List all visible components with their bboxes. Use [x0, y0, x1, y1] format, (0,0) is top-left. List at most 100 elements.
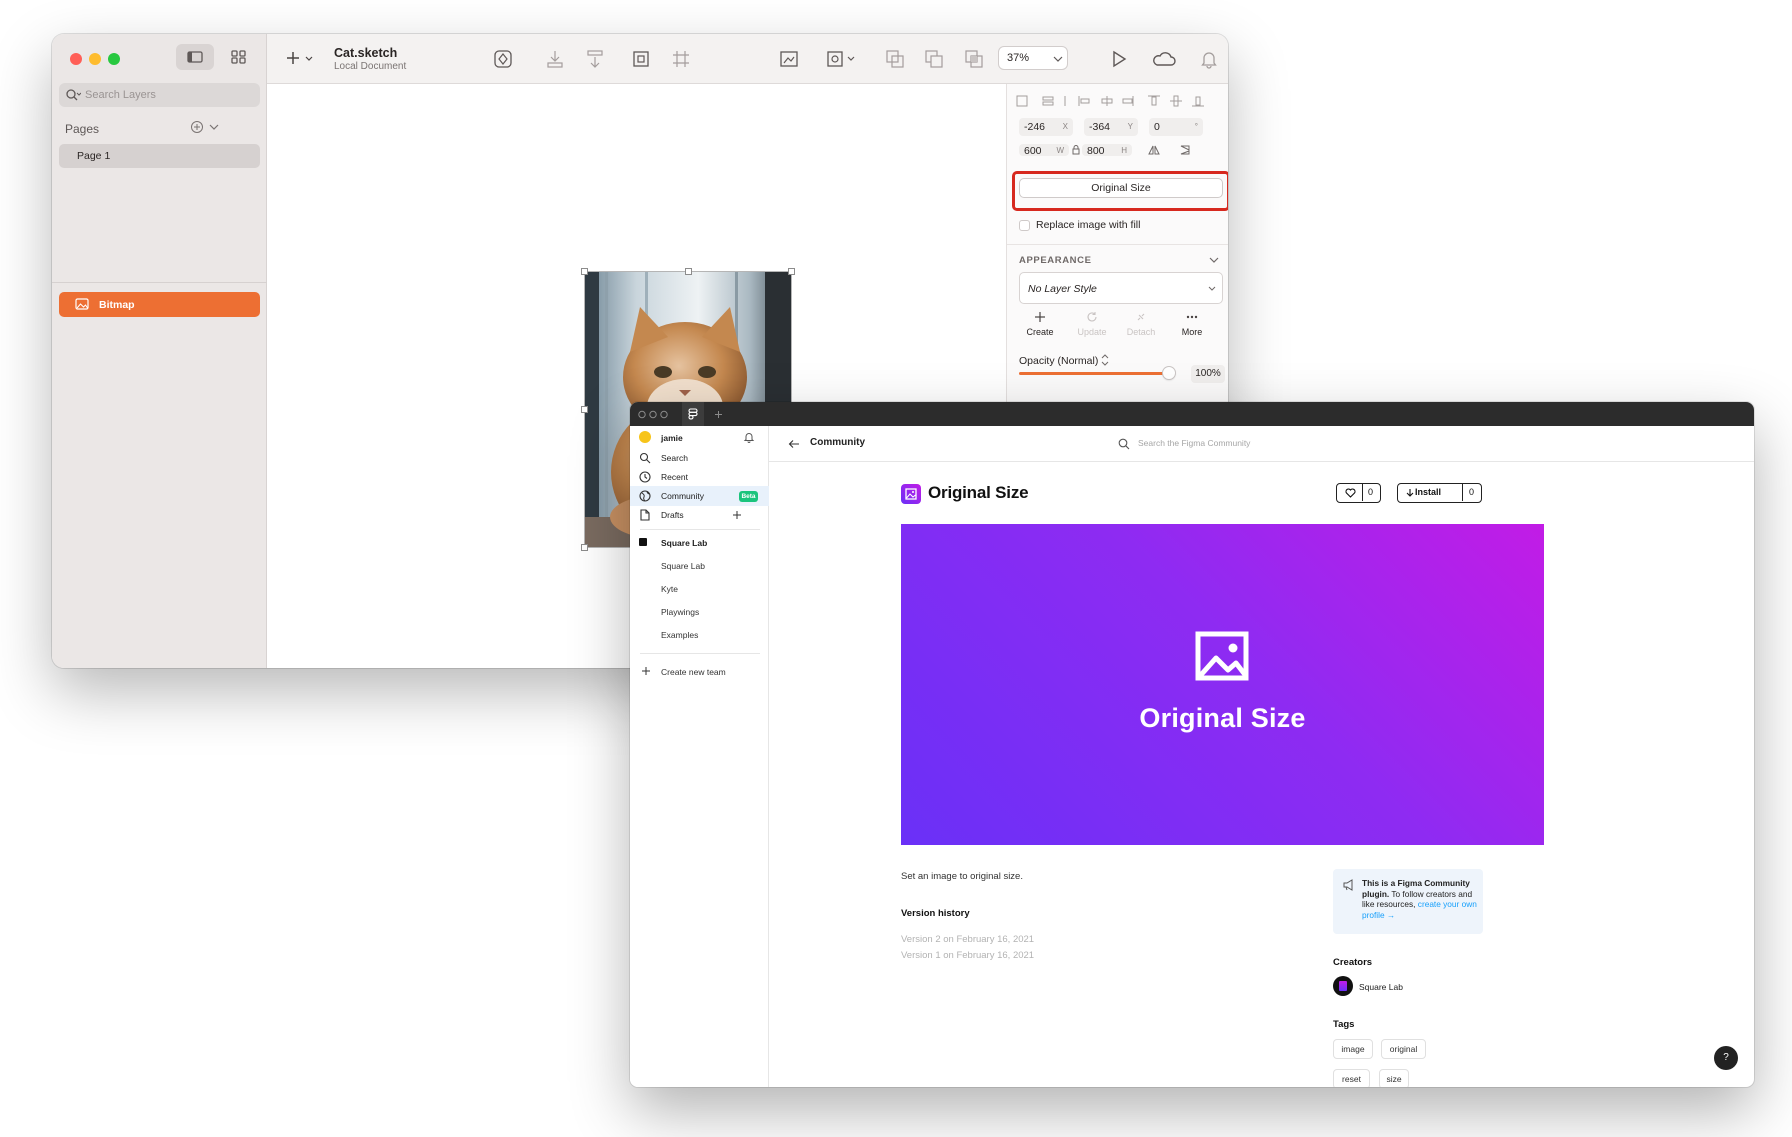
team-name[interactable]: Square Lab: [661, 538, 707, 548]
update-style-button[interactable]: Update: [1070, 311, 1114, 337]
megaphone-icon: [1343, 879, 1353, 891]
create-symbol-icon[interactable]: [491, 47, 515, 71]
plugin-page: Original Size 0 Install 0 Original Size …: [769, 462, 1754, 1087]
community-search-input[interactable]: Search the Figma Community: [1138, 438, 1250, 448]
creator-name[interactable]: Square Lab: [1359, 982, 1403, 992]
align-bottom-icon[interactable]: [543, 47, 567, 71]
plus-icon[interactable]: [641, 666, 651, 676]
frame-icon[interactable]: [669, 47, 693, 71]
document-grid-button[interactable]: [224, 44, 254, 70]
opacity-value-field[interactable]: 100%: [1191, 365, 1225, 383]
add-draft-icon[interactable]: [732, 510, 742, 520]
layer-item-bitmap[interactable]: Bitmap: [59, 292, 260, 317]
resize-handle[interactable]: [685, 268, 692, 275]
project-item[interactable]: Playwings: [661, 607, 699, 617]
align-toolbar-icons[interactable]: [1015, 94, 1221, 108]
add-page-icon[interactable]: [190, 120, 204, 134]
close-window-button[interactable]: [70, 53, 82, 65]
tag-chip[interactable]: reset: [1333, 1069, 1370, 1087]
rotation-field[interactable]: 0 °: [1149, 118, 1203, 136]
intersect-icon[interactable]: [962, 47, 986, 71]
nav-item-drafts[interactable]: Drafts: [630, 505, 769, 525]
bell-icon[interactable]: [743, 431, 755, 443]
community-notice: This is a Figma Community plugin. To fol…: [1333, 869, 1483, 934]
opacity-slider-knob[interactable]: [1163, 367, 1175, 379]
document-title: Cat.sketch: [334, 46, 398, 60]
canvas-view-button[interactable]: [176, 44, 214, 70]
create-team-link[interactable]: Create new team: [661, 667, 726, 677]
cloud-icon[interactable]: [1149, 47, 1179, 71]
button-divider: [1362, 484, 1363, 501]
username[interactable]: jamie: [661, 433, 683, 443]
replace-image-checkbox[interactable]: [1019, 220, 1030, 231]
project-item[interactable]: Kyte: [661, 584, 678, 594]
tags-heading: Tags: [1333, 1019, 1355, 1030]
flip-horizontal-icon[interactable]: [1147, 144, 1161, 156]
more-style-button[interactable]: More: [1170, 311, 1214, 337]
lock-icon[interactable]: [1072, 145, 1080, 155]
scale-icon[interactable]: [777, 47, 801, 71]
detach-style-button[interactable]: Detach: [1119, 311, 1163, 337]
layer-style-value: No Layer Style: [1028, 283, 1097, 295]
height-field[interactable]: 800 H: [1082, 144, 1132, 156]
install-label: Install: [1415, 487, 1442, 497]
resize-handle[interactable]: [581, 544, 588, 551]
union-icon[interactable]: [883, 47, 907, 71]
bell-icon[interactable]: [1197, 47, 1221, 71]
like-button[interactable]: 0: [1336, 483, 1381, 503]
plus-icon: [1035, 312, 1045, 322]
x-position-field[interactable]: -246 X: [1019, 118, 1073, 136]
creator-avatar[interactable]: [1333, 976, 1353, 996]
chevron-down-icon[interactable]: [1209, 256, 1219, 264]
insert-button[interactable]: [285, 47, 319, 71]
zoom-window-button[interactable]: [108, 53, 120, 65]
resize-artboard-icon[interactable]: [629, 47, 653, 71]
new-tab-icon[interactable]: [714, 410, 723, 419]
section-divider: [1007, 244, 1228, 245]
layer-style-select[interactable]: No Layer Style: [1019, 272, 1223, 304]
distribute-icon[interactable]: [583, 47, 607, 71]
install-button[interactable]: Install 0: [1397, 483, 1482, 503]
flip-vertical-icon[interactable]: [1179, 144, 1193, 156]
chevron-down-icon[interactable]: [208, 122, 220, 132]
nav-item-recent[interactable]: Recent: [630, 467, 769, 487]
nav-item-community[interactable]: Community Beta: [630, 486, 769, 506]
version-history-heading: Version history: [901, 908, 970, 919]
document-subtitle: Local Document: [334, 61, 407, 72]
topbar-title: Community: [810, 437, 865, 448]
project-item[interactable]: Square Lab: [661, 561, 705, 571]
y-position-field[interactable]: -364 Y: [1084, 118, 1138, 136]
opacity-slider-track[interactable]: [1019, 372, 1169, 375]
download-arrow-icon: [1406, 489, 1414, 497]
back-arrow-icon[interactable]: [788, 439, 800, 449]
avatar[interactable]: [639, 431, 651, 443]
detach-icon: [1137, 313, 1145, 321]
layer-search-field[interactable]: Search Layers: [59, 83, 260, 107]
subtract-icon[interactable]: [922, 47, 946, 71]
help-button[interactable]: ?: [1714, 1046, 1738, 1070]
resize-handle[interactable]: [788, 268, 795, 275]
opacity-label: Opacity (Normal): [1019, 355, 1099, 367]
resize-handle[interactable]: [581, 268, 588, 275]
plugin-icon: [901, 484, 921, 504]
plugin-title: Original Size: [928, 483, 1029, 502]
mask-icon[interactable]: [824, 47, 858, 71]
updown-chevron-icon[interactable]: [1101, 354, 1109, 366]
tag-chip[interactable]: size: [1379, 1069, 1409, 1087]
preview-play-icon[interactable]: [1106, 47, 1130, 71]
plugin-hero-banner: Original Size: [901, 524, 1544, 845]
create-style-button[interactable]: Create: [1018, 311, 1062, 337]
nav-item-search[interactable]: Search: [630, 448, 769, 468]
project-item[interactable]: Examples: [661, 630, 698, 640]
tag-chip[interactable]: image: [1333, 1039, 1373, 1059]
minimize-window-button[interactable]: [89, 53, 101, 65]
width-field[interactable]: 600 W: [1019, 144, 1069, 156]
highlight-box: [1012, 171, 1228, 211]
window-controls[interactable]: [638, 410, 678, 419]
zoom-select[interactable]: 37%: [998, 46, 1068, 70]
tag-chip[interactable]: original: [1381, 1039, 1426, 1059]
resize-handle[interactable]: [581, 406, 588, 413]
figma-home-tab[interactable]: [682, 402, 704, 426]
page-list-item[interactable]: Page 1: [59, 144, 260, 168]
search-placeholder: Search Layers: [85, 89, 156, 101]
